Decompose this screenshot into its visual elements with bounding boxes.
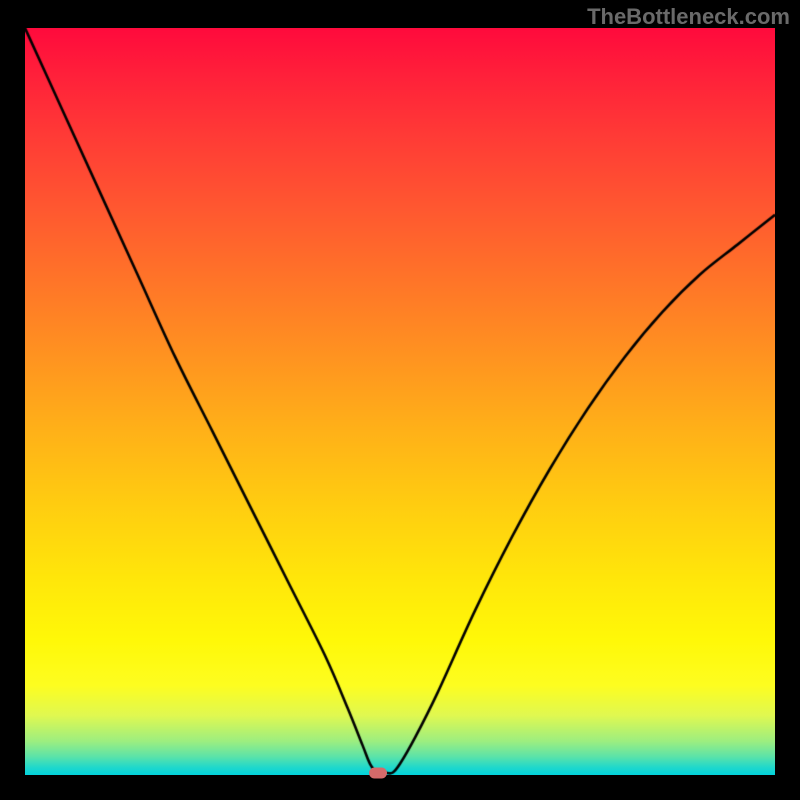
watermark-text: TheBottleneck.com bbox=[587, 4, 790, 30]
optimal-marker bbox=[369, 767, 387, 778]
chart-container: TheBottleneck.com bbox=[0, 0, 800, 800]
plot-area bbox=[25, 28, 775, 775]
gradient-background bbox=[25, 28, 775, 775]
